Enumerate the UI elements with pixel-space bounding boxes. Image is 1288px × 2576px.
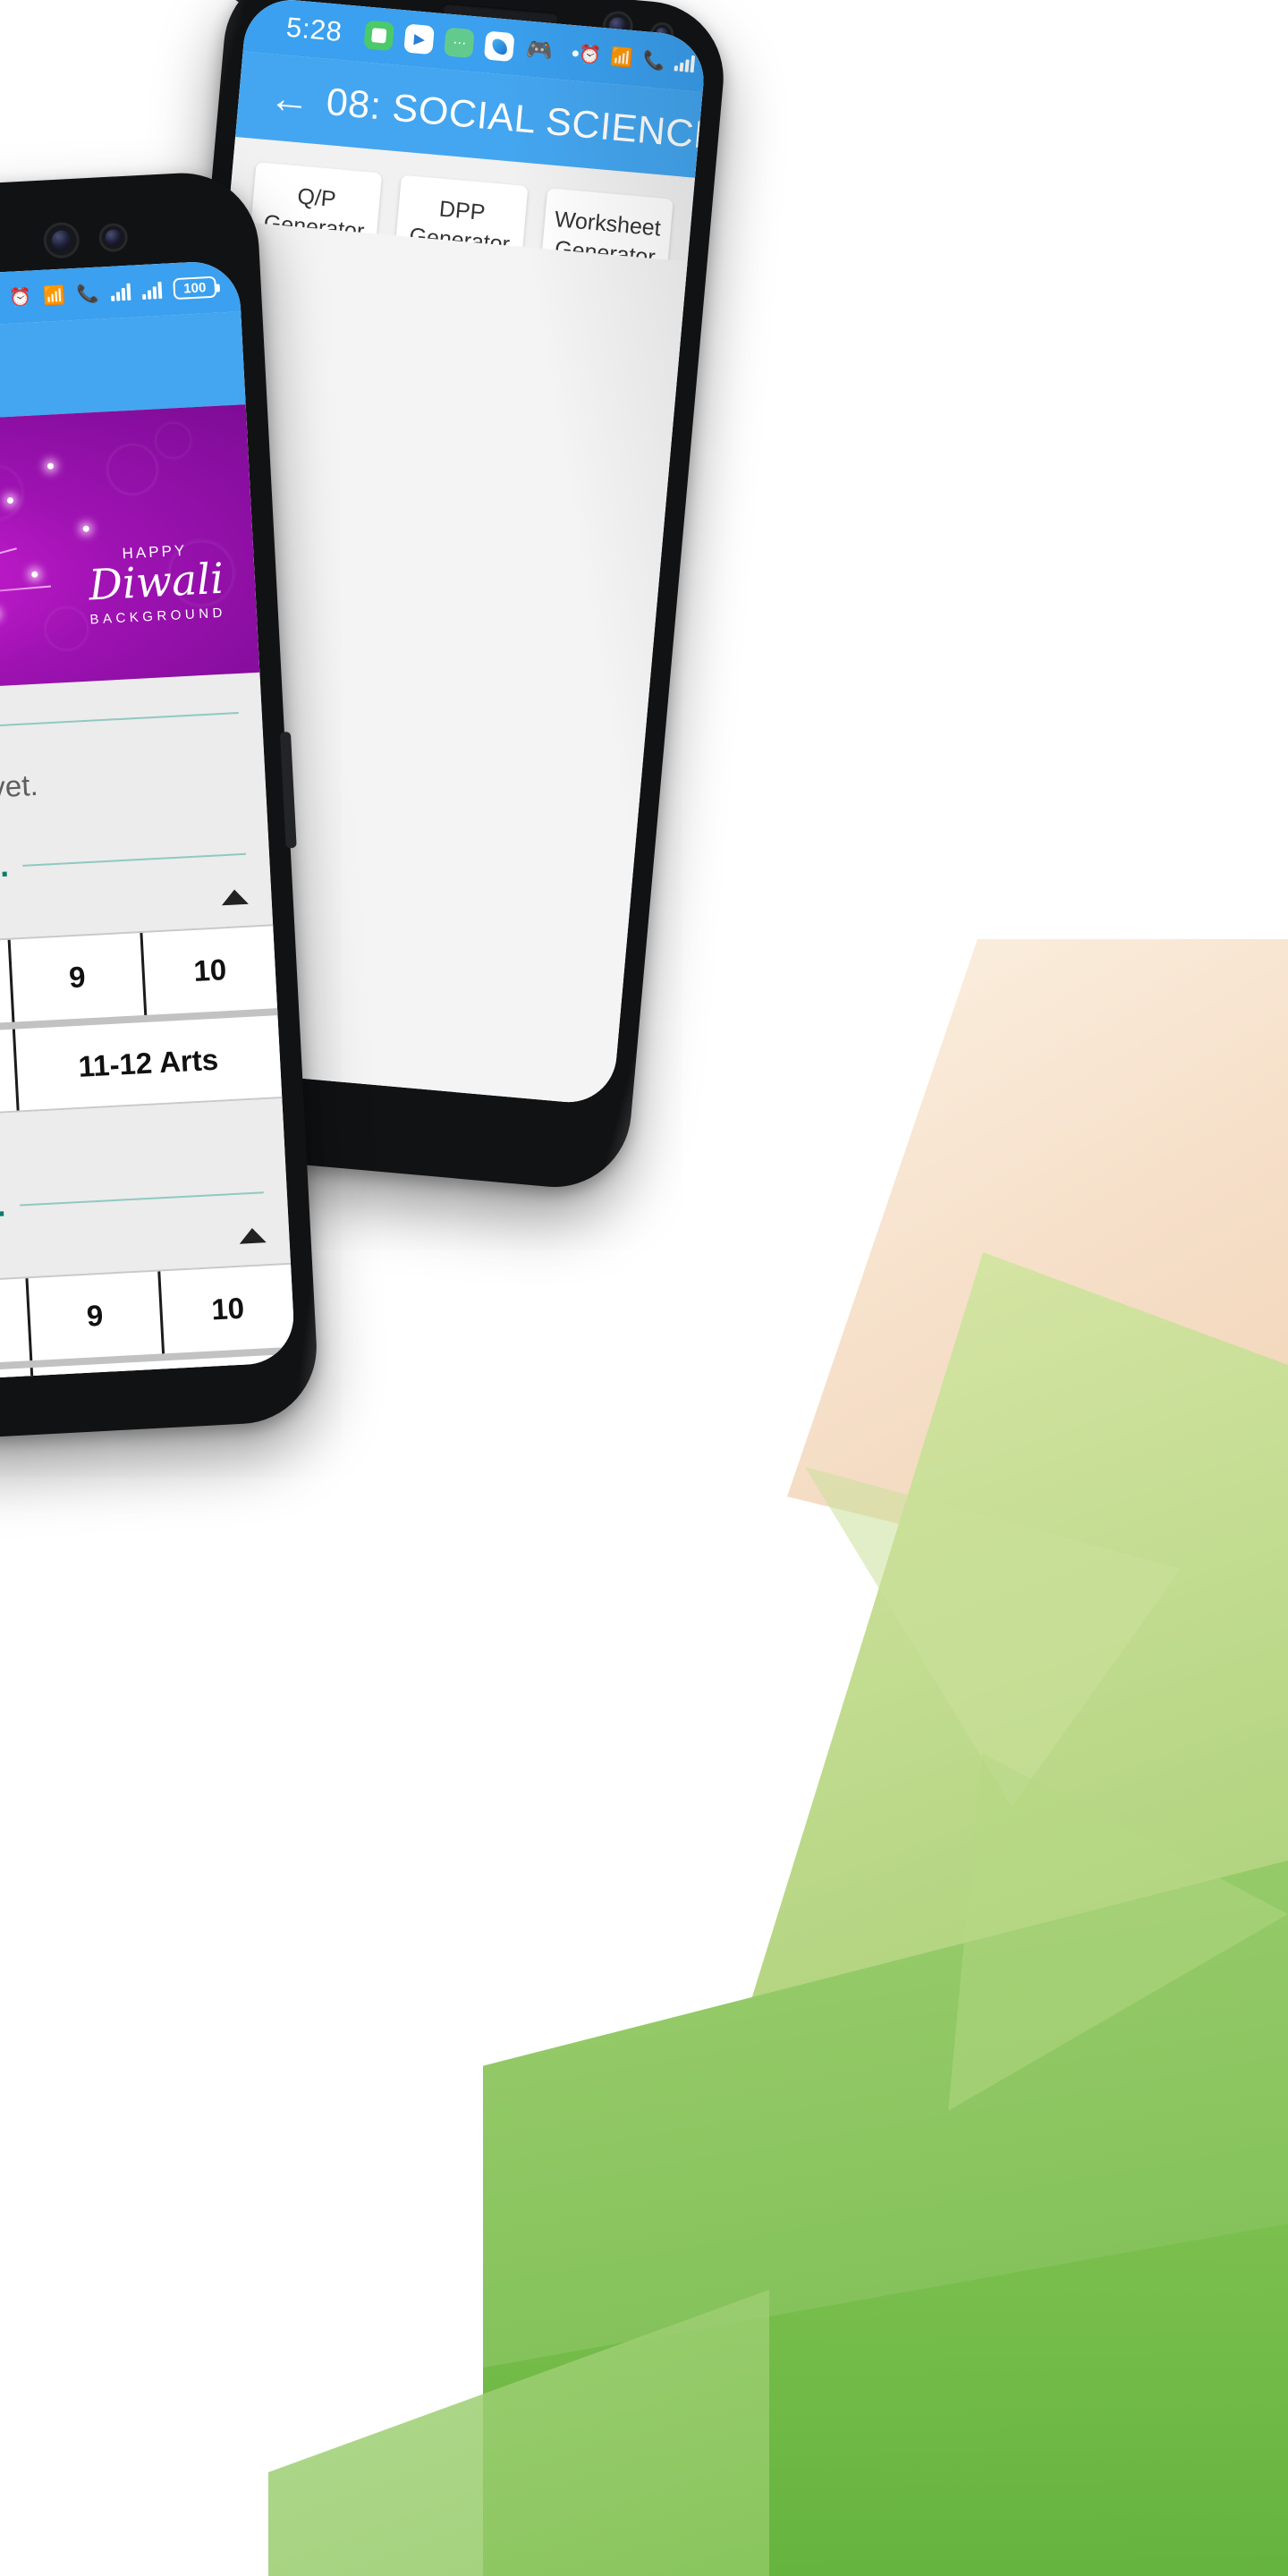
class-grid-papers: 7 8 9 10 11-12 Commerce 11-12 Arts xyxy=(0,924,283,1127)
battery-indicator: 100 xyxy=(173,275,217,301)
signal-icon-sim1 xyxy=(674,53,696,73)
call-icon: 📞 xyxy=(641,49,666,72)
wifi-icon: 📶 xyxy=(42,285,66,307)
page-title: 08: SOCIAL SCIENCE xyxy=(324,80,708,158)
chevron-up-icon[interactable] xyxy=(238,1226,267,1244)
signal-icon-sim1 xyxy=(110,283,131,301)
section-subjects: ects from here. ass 7 8 9 10 xyxy=(0,1152,296,1390)
status-notification-icons: ▶ ⋯ 🎮 xyxy=(363,20,580,67)
class-cell[interactable]: 9 xyxy=(10,932,148,1022)
section-papers: apers from here. ass 7 8 9 10 xyxy=(0,813,285,1181)
back-arrow-icon[interactable]: ← xyxy=(267,73,312,123)
call-icon: 📞 xyxy=(76,284,100,305)
section-divider xyxy=(20,1191,264,1207)
app-icon: ⋯ xyxy=(444,27,476,59)
promo-banner[interactable]: HAPPY Diwali BACKGROUND xyxy=(0,404,260,700)
status-system-icons: ⏰ 📶 📞 88 xyxy=(578,42,708,82)
screenshot-icon xyxy=(363,20,395,52)
class-cell[interactable]: 9 xyxy=(27,1271,165,1360)
video-player-icon: ▶ xyxy=(403,23,436,55)
class-cell[interactable]: 11-12 Arts xyxy=(14,1015,282,1111)
signal-icon-sim2 xyxy=(141,281,163,300)
browser-icon xyxy=(484,30,515,63)
game-controller-icon: 🎮 xyxy=(525,37,555,64)
class-cell[interactable]: 10 xyxy=(143,926,277,1014)
section-divider xyxy=(0,711,239,727)
banner-festival-name: Diwali xyxy=(87,554,225,611)
alarm-icon: ⏰ xyxy=(8,286,32,309)
status-time: 5:28 xyxy=(284,11,343,48)
class-cell[interactable]: 10 xyxy=(161,1265,295,1353)
alarm-icon: ⏰ xyxy=(578,44,602,66)
chevron-up-icon[interactable] xyxy=(221,888,249,905)
screenshot-stage: 5:28 ▶ ⋯ 🎮 ⏰ 📶 📞 ← 08: SOCIAL SCIENCE Q/… xyxy=(0,0,1288,2576)
class-cell[interactable]: 8 xyxy=(0,1278,32,1368)
banner-watermark: HAPPY Diwali BACKGROUND xyxy=(86,540,226,628)
section-divider xyxy=(22,852,247,867)
wifi-icon: 📶 xyxy=(609,47,634,69)
